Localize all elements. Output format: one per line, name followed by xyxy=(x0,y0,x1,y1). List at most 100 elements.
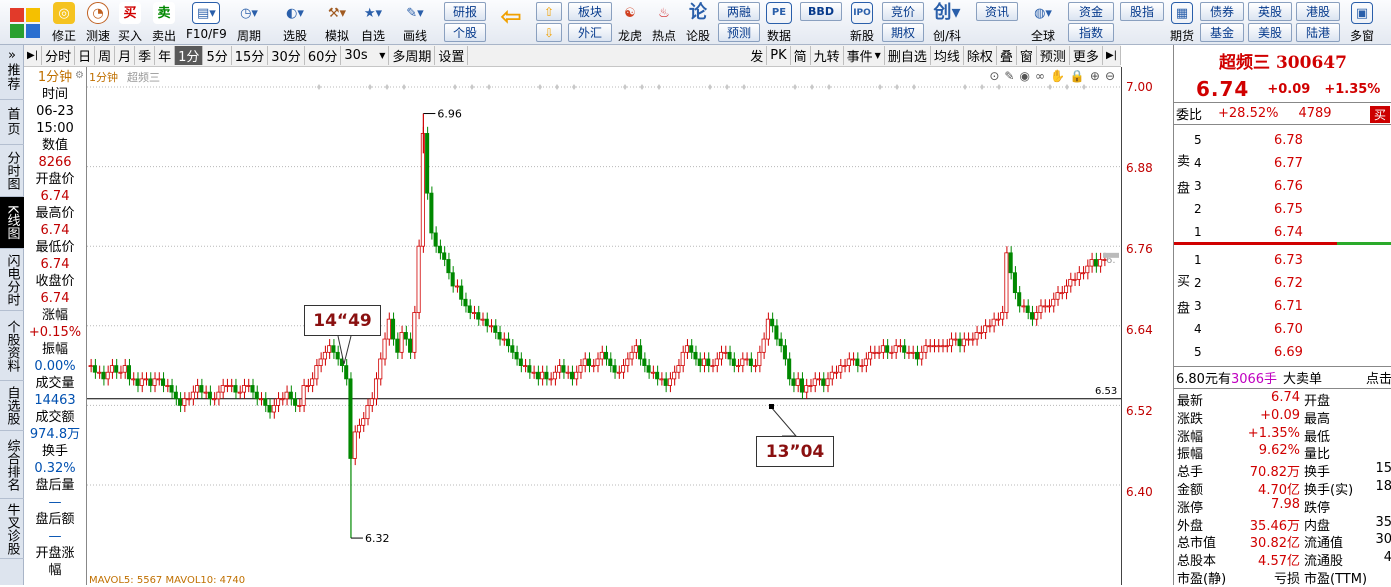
tab-jian[interactable]: 简 xyxy=(791,46,811,65)
lock-icon[interactable]: 🔒 xyxy=(1070,69,1085,83)
back-button[interactable]: ⇦ xyxy=(496,4,526,48)
annotation-callout-1[interactable]: 14“49 xyxy=(304,305,381,336)
order-book-row[interactable]: 4 6.77 xyxy=(1194,153,1391,175)
order-book-row[interactable]: 3 6.71 xyxy=(1194,296,1391,318)
order-book-row[interactable]: 5 6.78 xyxy=(1194,130,1391,152)
tab-jiuzhuan[interactable]: 九转 xyxy=(811,46,844,65)
order-book-row[interactable]: 2 6.72 xyxy=(1194,273,1391,295)
sidebar-tab-timeshare[interactable]: 分时图 xyxy=(0,145,24,197)
sidebar-tab-kline[interactable]: K线图 xyxy=(0,197,24,249)
us-stock-button[interactable]: 美股 xyxy=(1248,23,1292,42)
discuss-button[interactable]: 论 论股 xyxy=(686,2,710,44)
order-book-row[interactable]: 1 6.74 xyxy=(1194,222,1391,244)
order-book-row[interactable]: 2 6.75 xyxy=(1194,199,1391,221)
bonds-button[interactable]: 债券 xyxy=(1200,2,1244,21)
simulate-button[interactable]: ⚒▾ 模拟 xyxy=(320,2,354,44)
data-button[interactable]: PE 数据 xyxy=(766,2,792,44)
zoom-out-icon[interactable]: ⊖ xyxy=(1105,69,1115,83)
link-icon[interactable]: ∞ xyxy=(1035,69,1045,83)
tab-ma[interactable]: 均线 xyxy=(931,46,964,65)
tab-year[interactable]: 年 xyxy=(155,46,176,65)
target-icon[interactable]: ⊙ xyxy=(989,69,999,83)
order-book-row[interactable]: 1 6.73 xyxy=(1194,250,1391,272)
hand-icon[interactable]: ✋ xyxy=(1050,69,1065,83)
tab-settings[interactable]: 设置 xyxy=(435,46,469,65)
tab-window[interactable]: 窗 xyxy=(1017,46,1037,65)
tab-fenshi[interactable]: 分时 xyxy=(42,46,76,65)
tab-remove-watchlist[interactable]: 删自选 xyxy=(885,46,931,65)
chuangke-button[interactable]: 创▾ 创/科 xyxy=(930,2,964,44)
up-arrow-button[interactable]: ⇧ xyxy=(536,2,562,21)
tab-multi-period[interactable]: 多周期 xyxy=(389,46,436,65)
bid-button[interactable]: 竞价 xyxy=(882,2,924,21)
dragon-tiger-button[interactable]: ☯ 龙虎 xyxy=(618,2,642,44)
sell-button[interactable]: 卖 卖出 xyxy=(152,2,176,44)
tab-30s-dropdown[interactable]: 30s ▼ xyxy=(341,46,390,65)
tab-day[interactable]: 日 xyxy=(75,46,96,65)
order-book-row[interactable]: 3 6.76 xyxy=(1194,176,1391,198)
sector-button[interactable]: 板块 xyxy=(568,2,612,21)
forex-button[interactable]: 外汇 xyxy=(568,23,612,42)
buy-button[interactable]: 买 买入 xyxy=(118,2,142,44)
big-order-more[interactable]: 点击 xyxy=(1366,368,1391,387)
sidebar-tab-diagnose[interactable]: 牛叉诊股 xyxy=(0,499,24,559)
multi-window-button[interactable]: ▣ 多窗 xyxy=(1350,2,1374,44)
sidebar-tab-profile[interactable]: 个股资料 xyxy=(0,311,24,381)
tab-more[interactable]: 更多 xyxy=(1070,46,1103,65)
nav-next-button[interactable]: ▶| xyxy=(1103,46,1121,65)
order-book-row[interactable]: 4 6.70 xyxy=(1194,319,1391,341)
tab-month[interactable]: 月 xyxy=(115,46,136,65)
new-stock-button[interactable]: IPO 新股 xyxy=(850,2,874,44)
annotation-callout-2[interactable]: 13”04 xyxy=(756,436,834,467)
period-button[interactable]: ◷▾ 周期 xyxy=(232,2,266,44)
tab-pk[interactable]: PK xyxy=(767,46,791,65)
tab-quarter[interactable]: 季 xyxy=(135,46,156,65)
tab-30min[interactable]: 30分 xyxy=(268,46,305,65)
sidebar-tab-home[interactable]: 首页 xyxy=(0,100,24,145)
uk-stock-button[interactable]: 英股 xyxy=(1248,2,1292,21)
lugang-button[interactable]: 陆港 xyxy=(1296,23,1340,42)
tab-overlay[interactable]: 叠 xyxy=(997,46,1017,65)
stock-index-button[interactable]: 股指 xyxy=(1120,2,1164,21)
stock-button[interactable]: 个股 xyxy=(444,23,486,42)
fund-button[interactable]: 基金 xyxy=(1200,23,1244,42)
forecast-button[interactable]: 预测 xyxy=(718,23,760,42)
funds-button[interactable]: 资金 xyxy=(1068,2,1114,21)
watchlist-button[interactable]: ★▾ 自选 xyxy=(356,2,390,44)
hot-button[interactable]: ♨ 热点 xyxy=(652,2,676,44)
futures-button[interactable]: ▦ 期货 xyxy=(1170,2,1194,44)
kline-chart[interactable]: 超频三 1分钟 6.53 6.96 6.32 6. MAVOL5: 5567 MAVOL1… xyxy=(87,67,1121,585)
revise-button[interactable]: ◎ 修正 xyxy=(52,2,76,44)
order-book-row[interactable]: 5 6.69 xyxy=(1194,342,1391,364)
tab-forecast[interactable]: 预测 xyxy=(1037,46,1070,65)
sidebar-tab-ranking[interactable]: 综合排名 xyxy=(0,431,24,499)
stock-picker-button[interactable]: ◐▾ 选股 xyxy=(278,2,312,44)
global-button[interactable]: ◍▾ 全球 xyxy=(1026,2,1060,44)
zoom-in-icon[interactable]: ⊕ xyxy=(1090,69,1100,83)
tab-5min[interactable]: 5分 xyxy=(203,46,232,65)
panel-settings-icon[interactable]: ⚙ xyxy=(75,70,84,81)
bbd-button[interactable]: BBD xyxy=(800,2,842,21)
two-finance-button[interactable]: 两融 xyxy=(718,2,760,21)
tab-1min[interactable]: 1分 xyxy=(175,46,204,65)
tab-60min[interactable]: 60分 xyxy=(305,46,342,65)
pencil-icon[interactable]: ✎ xyxy=(1004,69,1014,83)
f10-button[interactable]: ▤▾ F10/F9 xyxy=(186,2,227,44)
tab-events[interactable]: 事件 ▼ xyxy=(844,46,885,65)
down-arrow-button[interactable]: ⇩ xyxy=(536,23,562,42)
weicha-buy-button[interactable]: 买 xyxy=(1369,106,1390,123)
speedtest-button[interactable]: ◔ 测速 xyxy=(86,2,110,44)
news-button[interactable]: 资讯 xyxy=(976,2,1018,21)
tab-week[interactable]: 周 xyxy=(95,46,116,65)
draw-line-button[interactable]: ✎▾ 画线 xyxy=(398,2,432,44)
tab-fa[interactable]: 发 xyxy=(747,46,768,65)
tab-15min[interactable]: 15分 xyxy=(232,46,269,65)
options-button[interactable]: 期权 xyxy=(882,23,924,42)
sidebar-tab-watchlist[interactable]: 自选股 xyxy=(0,381,24,431)
research-button[interactable]: 研报 xyxy=(444,2,486,21)
sidebar-tab-flash[interactable]: 闪电分时 xyxy=(0,249,24,311)
big-order-row[interactable]: 6.80元有 3066手 大卖单 点击 xyxy=(1174,366,1391,389)
hk-stock-button[interactable]: 港股 xyxy=(1296,2,1340,21)
sidebar-tab-recommend[interactable]: » 推荐 xyxy=(0,45,24,100)
eye-icon[interactable]: ◉ xyxy=(1019,69,1029,83)
